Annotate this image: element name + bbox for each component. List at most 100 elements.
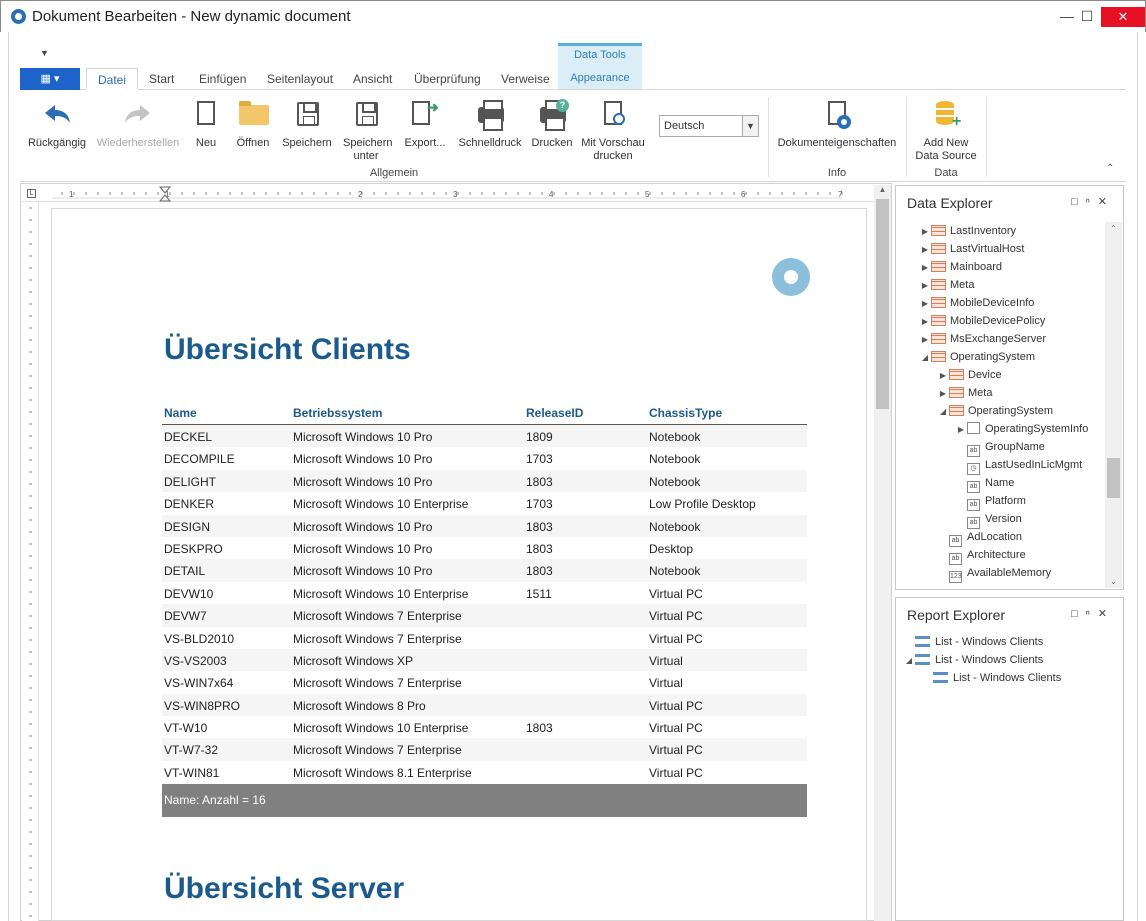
tab-einfuegen[interactable]: Einfügen: [199, 68, 246, 90]
horizontal-ruler[interactable]: 11234567: [22, 185, 874, 202]
tree-item[interactable]: ▶ LastInventory: [919, 222, 1016, 240]
expand-toggle-icon[interactable]: ▶: [937, 385, 949, 403]
tree-item[interactable]: List - Windows Clients: [903, 633, 1043, 651]
tree-item[interactable]: ▶ Meta: [919, 276, 974, 294]
table-summary-footer: Name: Anzahl = 16: [162, 784, 807, 817]
save-as-button[interactable]: Speichern unter: [338, 99, 394, 163]
tab-verweise[interactable]: Verweise: [501, 68, 550, 90]
table-cell: Microsoft Windows 7 Enterprise: [293, 631, 462, 646]
expand-toggle-icon[interactable]: ◢: [919, 349, 931, 367]
tab-ansicht[interactable]: Ansicht: [353, 68, 392, 90]
language-select[interactable]: Deutsch ▼: [659, 115, 759, 137]
expand-toggle-icon[interactable]: ◢: [937, 403, 949, 421]
document-scrollbar[interactable]: ▲: [874, 185, 891, 921]
tree-item[interactable]: ▶ MobileDeviceInfo: [919, 294, 1034, 312]
expand-toggle-icon[interactable]: ▶: [919, 331, 931, 349]
tree-item[interactable]: ▶ MobileDevicePolicy: [919, 312, 1045, 330]
quick-access-toolbar-dropdown[interactable]: ▼: [40, 48, 49, 58]
chevron-down-icon[interactable]: ▼: [742, 116, 758, 136]
scroll-up-icon[interactable]: ▲: [874, 185, 891, 199]
add-data-source-button[interactable]: + Add New Data Source: [912, 99, 980, 163]
tab-start[interactable]: Start: [149, 68, 174, 90]
print-button[interactable]: ? Drucken: [528, 99, 576, 150]
tree-item[interactable]: ab Architecture: [937, 546, 1026, 565]
tree-item[interactable]: ◢ List - Windows Clients: [903, 651, 1043, 669]
data-explorer-scrollbar[interactable]: ⌃ ⌄: [1105, 222, 1122, 588]
tree-item[interactable]: ▶ MsExchangeServer: [919, 330, 1046, 348]
tree-item[interactable]: ▶ Mainboard: [919, 258, 1002, 276]
ruler-label: 2: [358, 190, 363, 199]
save-button[interactable]: Speichern: [280, 99, 334, 150]
document-properties-button[interactable]: Dokumenteigenschaften: [776, 99, 898, 150]
floppy-disk-icon: [291, 99, 323, 131]
tree-item[interactable]: ab Platform: [955, 492, 1026, 511]
undo-icon: [41, 99, 73, 131]
tree-item-label: OperatingSystem: [968, 405, 1053, 417]
expand-toggle-icon[interactable]: ▶: [919, 259, 931, 277]
tree-item[interactable]: ▶ OperatingSystemInfo: [955, 420, 1088, 438]
tree-item-label: OperatingSystem: [950, 351, 1035, 363]
tree-item-label: Architecture: [967, 549, 1026, 561]
expand-toggle-icon[interactable]: ▶: [937, 367, 949, 385]
expand-toggle-icon[interactable]: ▶: [919, 295, 931, 313]
tree-item[interactable]: ◷ LastUsedInLicMgmt: [955, 456, 1082, 475]
tab-ueberpruefung[interactable]: Überprüfung: [414, 68, 481, 90]
expand-toggle-icon[interactable]: ◢: [903, 652, 915, 670]
expand-toggle-icon[interactable]: ▶: [919, 241, 931, 259]
expand-toggle-icon[interactable]: ▶: [919, 223, 931, 241]
table-cell: Virtual PC: [649, 609, 703, 624]
table-row: DECKEL Microsoft Windows 10 Pro 1809 Notebo…: [162, 425, 807, 448]
tree-item[interactable]: ab AdLocation: [937, 528, 1022, 547]
table-cell: 1703: [526, 497, 553, 512]
tree-item[interactable]: ◢ OperatingSystem: [919, 348, 1035, 366]
tree-item-label: LastVirtualHost: [950, 243, 1025, 255]
quick-print-button[interactable]: Schnelldruck: [458, 99, 522, 150]
expand-toggle-icon[interactable]: ▶: [955, 421, 967, 439]
table-row: DENKER Microsoft Windows 10 Enterprise 170…: [162, 492, 807, 514]
undo-button[interactable]: Rückgängig: [26, 99, 88, 150]
table-icon: [931, 315, 946, 326]
tab-stop-selector[interactable]: L: [27, 189, 36, 198]
collapse-ribbon-icon[interactable]: ⌃: [1106, 163, 1114, 174]
close-window-button[interactable]: ✕: [1101, 7, 1145, 27]
application-menu-button[interactable]: ▦ ▾: [20, 68, 80, 90]
tab-seitenlayout[interactable]: Seitenlayout: [267, 68, 333, 90]
open-button[interactable]: Öffnen: [233, 99, 273, 150]
tree-item[interactable]: ab Version: [955, 510, 1022, 529]
tree-item[interactable]: ab Name: [955, 474, 1014, 493]
field-icon: [967, 422, 980, 434]
tab-datei[interactable]: Datei: [86, 68, 139, 90]
tree-item[interactable]: ▶ LastVirtualHost: [919, 240, 1024, 258]
tree-item[interactable]: ▶ Meta: [937, 384, 992, 402]
expand-toggle-icon[interactable]: ▶: [919, 277, 931, 295]
table-cell: 1703: [526, 452, 553, 467]
tree-item-label: Platform: [985, 495, 1026, 507]
expand-toggle-icon[interactable]: ▶: [919, 313, 931, 331]
table-cell: Microsoft Windows 10 Pro: [293, 452, 433, 467]
tree-item[interactable]: ▶ Device: [937, 366, 1002, 384]
table-cell: Virtual: [649, 676, 683, 691]
tree-item[interactable]: List - Windows Clients: [921, 669, 1061, 687]
print-label: Drucken: [531, 137, 573, 149]
scroll-up-icon[interactable]: ⌃: [1105, 224, 1122, 233]
panel-controls[interactable]: □ⁿ✕: [1071, 607, 1115, 620]
tree-item[interactable]: ◢ OperatingSystem: [937, 402, 1053, 420]
tree-item[interactable]: 123 AvailableMemory: [937, 564, 1051, 583]
scrollbar-thumb[interactable]: [1107, 458, 1120, 498]
tree-item[interactable]: ab GroupName: [955, 438, 1045, 457]
print-preview-button[interactable]: Mit Vorschau drucken: [580, 99, 646, 163]
table-row: DESIGN Microsoft Windows 10 Pro 1803 Notebo…: [162, 514, 807, 537]
ruler-label: 5: [645, 190, 650, 199]
scroll-down-icon[interactable]: ⌄: [1105, 577, 1122, 586]
maximize-button[interactable]: ☐: [1073, 1, 1101, 31]
scrollbar-thumb[interactable]: [876, 199, 889, 409]
table-row: VT-WIN81 Microsoft Windows 8.1 Enterprise…: [162, 761, 807, 783]
new-document-button[interactable]: Neu: [188, 99, 224, 150]
table-cell: Microsoft Windows 10 Pro: [293, 564, 433, 579]
export-button[interactable]: ➜ Export...: [400, 99, 450, 150]
table-row: VS-WIN7x64 Microsoft Windows 7 Enterprise…: [162, 671, 807, 693]
table-cell: Virtual PC: [649, 631, 703, 646]
redo-button[interactable]: Wiederherstellen: [95, 99, 181, 150]
panel-controls[interactable]: □ⁿ✕: [1071, 195, 1115, 208]
vertical-ruler[interactable]: [22, 202, 39, 921]
